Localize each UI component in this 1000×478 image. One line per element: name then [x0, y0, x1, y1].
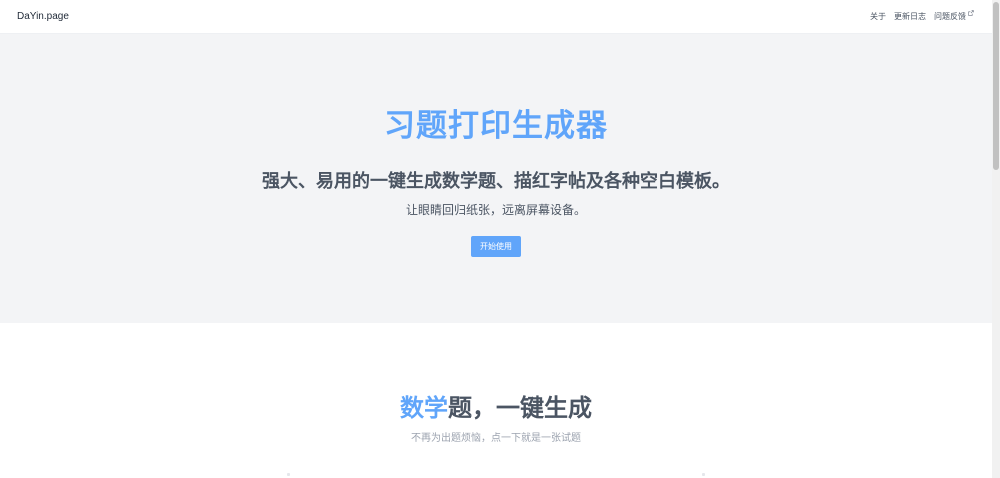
feature-card-edge: [702, 473, 705, 476]
nav-link-changelog-label: 更新日志: [894, 12, 926, 21]
start-button[interactable]: 开始使用: [471, 236, 521, 257]
math-title-highlight: 数学: [400, 394, 448, 422]
math-title-rest: 题，一键生成: [448, 394, 592, 422]
hero-description: 让眼睛回归纸张，远离屏幕设备。: [405, 203, 586, 217]
nav-links: 关于 更新日志 问题反馈: [870, 10, 974, 22]
nav-link-about-label: 关于: [870, 12, 886, 21]
hero-section: 习题打印生成器 强大、易用的一键生成数学题、描红字帖及各种空白模板。 让眼睛回归…: [0, 34, 992, 323]
brand-logo-link[interactable]: DaYin.page: [17, 11, 69, 22]
nav-link-feedback[interactable]: 问题反馈: [934, 10, 974, 22]
external-link-icon: [968, 10, 974, 16]
feature-card-edge: [287, 473, 290, 476]
math-section-title: 数学题，一键生成: [0, 388, 992, 423]
page: DaYin.page 关于 更新日志 问题反馈 习题打印生成器 强大、易用的一键…: [0, 0, 1000, 478]
page-scrollbar[interactable]: [992, 0, 1000, 478]
top-navbar: DaYin.page 关于 更新日志 问题反馈: [0, 0, 992, 34]
scrollbar-thumb[interactable]: [993, 2, 999, 170]
hero-subtitle: 强大、易用的一键生成数学题、描红字帖及各种空白模板。: [262, 171, 730, 192]
nav-link-changelog[interactable]: 更新日志: [894, 11, 926, 22]
math-section-description: 不再为出题烦恼，点一下就是一张试题: [411, 433, 581, 444]
hero-title: 习题打印生成器: [384, 108, 608, 144]
nav-link-about[interactable]: 关于: [870, 11, 886, 22]
nav-link-feedback-label: 问题反馈: [934, 12, 966, 21]
